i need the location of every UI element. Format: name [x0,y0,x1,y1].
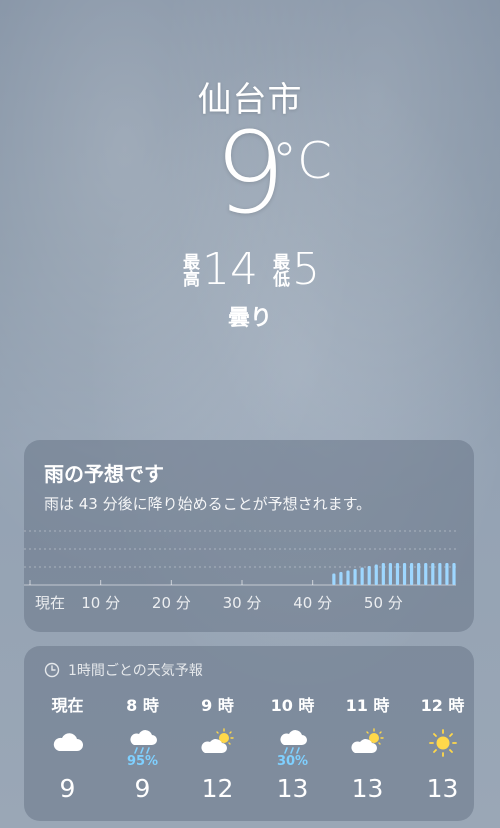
hour-temperature: 13 [276,774,309,803]
hour-temperature: 13 [351,774,384,803]
hour-label: 11 時 [345,696,390,715]
hour-item: 12 時 13 [408,692,478,812]
rain-bar [360,567,364,585]
hour-label: 12 時 [420,696,465,715]
hourly-header: 1時間ごとの天気予報 [44,660,454,680]
clock-icon [44,662,60,678]
high-low: 最高 14 最低 5 [0,248,500,292]
hour-label: 10 時 [270,696,315,715]
hour-label: 9 時 [201,696,234,715]
hour-label: 8 時 [126,696,159,715]
current-temperature: 9 [214,109,286,239]
rain-bar [388,563,392,585]
cloud-sun-icon [350,728,384,753]
hour-item: 10 時 30% 13 [258,692,328,812]
rain-time-label: 10 分 [81,594,121,612]
hour-temperature: 9 [59,774,76,803]
rain-time-label: 50 分 [363,594,403,612]
rain-bar [402,563,407,585]
hour-item: 11 時 13 [333,692,403,812]
rain-bar [381,563,385,585]
rain-time-label: 40 分 [293,594,333,612]
rain-bar [332,573,336,585]
rain-time-label: 現在 [34,594,66,612]
rain-description: 雨は 43 分後に降り始めることが予想されます。 [44,495,372,513]
rain-bar [339,572,343,585]
cloud-icon [53,733,83,751]
rain-bar [424,563,428,585]
hour-item: 8 時 95% 9 [108,692,178,812]
hourly-header-label: 1時間ごとの天気予報 [68,663,203,679]
rain-bar [431,563,435,585]
rain-title: 雨の予想です [44,462,164,486]
hour-temperature: 13 [426,774,459,803]
high-group: 最高 14 [179,244,258,295]
low-label: 最低 [269,253,289,287]
rain-time-label: 20 分 [151,594,191,612]
hour-temperature: 12 [201,774,234,803]
high-temperature: 14 [202,244,258,295]
weather-condition: 曇り [227,306,272,331]
low-temperature: 5 [292,244,320,295]
rain-bar [353,569,357,585]
hour-item: 現在 9 [33,692,103,812]
rain-bar [410,563,414,585]
rain-bar [438,563,442,585]
hourly-list: 現在 9 8 時 95% 9 9 時 12 10 時 30% 13 11 時 13 12 時 13 [24,692,486,812]
precipitation-chance: 95% [126,754,159,769]
rain-bar [374,564,378,585]
precipitation-chance: 30% [276,754,309,769]
low-group: 最低 5 [269,244,320,295]
rain-bar [395,563,400,585]
rain-time-axis: 現在 10 分 20 分 30 分 40 分 50 分 [24,592,456,612]
rain-chart [24,530,456,586]
hour-item: 9 時 12 [183,692,253,812]
current-weather-header: 仙台市 9 °C 最高 14 最低 5 曇り [0,0,500,340]
rain-bar [445,563,449,585]
hour-label: 現在 [51,696,84,715]
rain-bar [367,566,371,585]
rain-bar [346,570,350,585]
rain-time-label: 30 分 [222,594,262,612]
rain-bar [417,563,421,585]
sun-icon [428,729,457,757]
cloud-sun-icon [200,728,234,753]
high-label: 最高 [179,253,199,287]
rain-bar [452,563,456,585]
temperature-unit: °C [272,132,332,190]
hour-temperature: 9 [134,774,151,803]
